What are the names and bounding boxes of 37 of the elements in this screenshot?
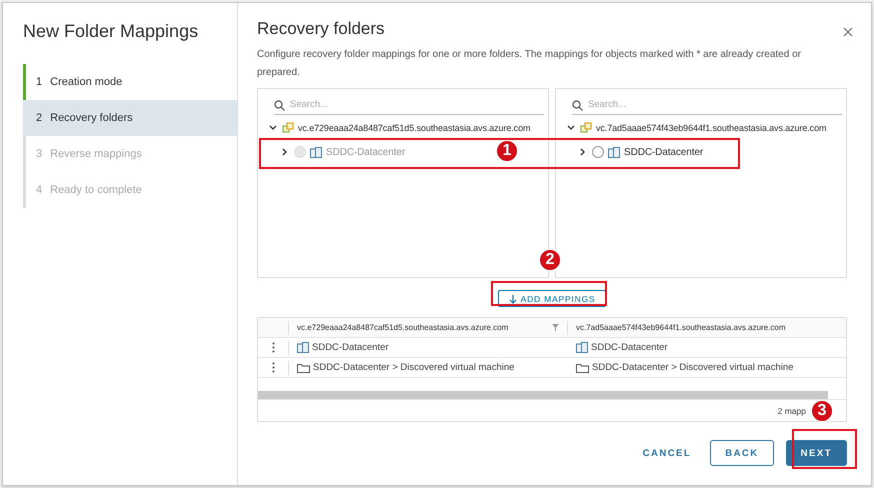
back-button[interactable]: BACK bbox=[710, 440, 774, 466]
folder-icon bbox=[576, 362, 589, 372]
table-cell: SDDC-Datacenter > Discovered virtual machine bbox=[313, 362, 514, 373]
arrow-down-icon bbox=[508, 294, 517, 304]
filter-icon[interactable] bbox=[552, 324, 559, 331]
building-icon bbox=[297, 342, 309, 353]
next-button[interactable]: NEXT bbox=[786, 440, 847, 466]
tree-node[interactable]: vc.7ad5aaae574f43eb9644f1.southeastasia.avs.azure.com bbox=[596, 123, 826, 133]
radio-button[interactable] bbox=[592, 146, 604, 158]
description: Configure recovery folder mappings for one or more folders. The mappings for objects marked with * are already created or prepared. bbox=[257, 48, 802, 80]
row-menu-icon[interactable] bbox=[272, 342, 274, 353]
scrollbar[interactable] bbox=[258, 391, 828, 399]
step-badge: 1 bbox=[496, 140, 518, 162]
close-icon[interactable] bbox=[843, 27, 853, 37]
table-footer: 2 mapp bbox=[778, 406, 806, 416]
wizard-step[interactable]: 2 Recovery folders bbox=[23, 100, 237, 136]
server-icon bbox=[282, 122, 294, 134]
tree-node[interactable]: vc.e729eaaa24a8487caf51d5.southeastasia.avs.azure.com bbox=[298, 123, 530, 133]
page-title: Recovery folders bbox=[257, 19, 386, 39]
highlight-frame bbox=[792, 429, 857, 469]
table-cell: SDDC-Datacenter > Discovered virtual machine bbox=[592, 362, 794, 373]
tree-node[interactable]: SDDC-Datacenter bbox=[624, 146, 704, 158]
column-header: vc.e729eaaa24a8487caf51d5.southeastasia.avs.azure.com bbox=[297, 323, 508, 332]
building-icon bbox=[310, 146, 322, 158]
server-icon bbox=[580, 122, 592, 134]
row-menu-icon[interactable] bbox=[272, 362, 274, 373]
building-icon bbox=[576, 342, 588, 353]
column-header: vc.7ad5aaae574f43eb9644f1.southeastasia.avs.azure.com bbox=[576, 323, 786, 332]
step-badge: 3 bbox=[811, 400, 833, 422]
step-badge: 2 bbox=[539, 249, 561, 271]
folder-icon bbox=[297, 362, 310, 372]
search-icon bbox=[274, 100, 285, 110]
table-cell: SDDC-Datacenter bbox=[591, 342, 668, 353]
table-cell: SDDC-Datacenter bbox=[312, 342, 389, 353]
building-icon bbox=[608, 146, 620, 158]
wizard-title: New Folder Mappings bbox=[23, 21, 200, 42]
search-icon bbox=[572, 100, 583, 110]
